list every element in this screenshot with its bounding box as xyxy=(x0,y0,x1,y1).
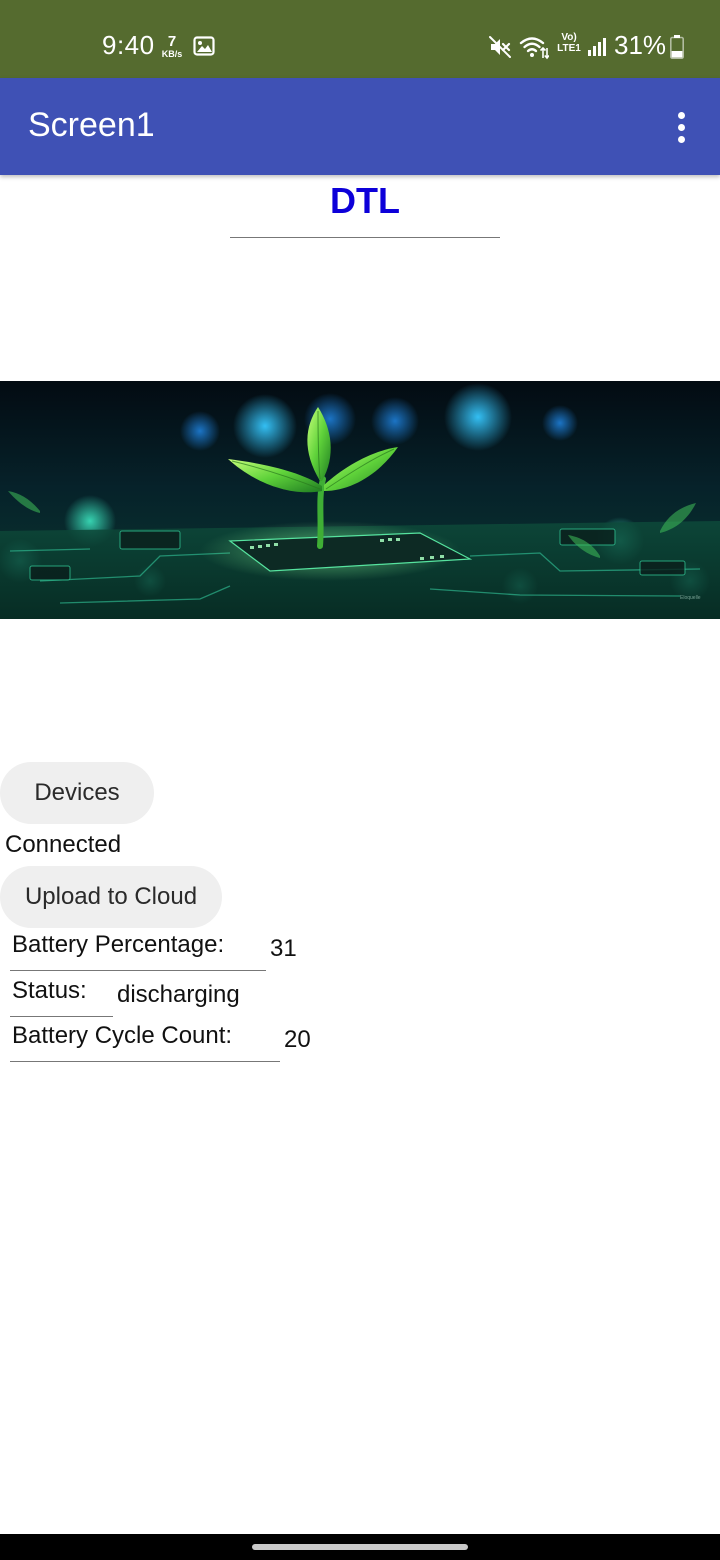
wifi-icon xyxy=(519,34,550,60)
status-label: Status: xyxy=(10,977,113,1017)
app-title: Screen1 xyxy=(28,106,155,144)
battery-percentage-value: 31 xyxy=(270,935,297,962)
signal-icon xyxy=(586,37,608,57)
volte-line2: LTE1 xyxy=(557,43,581,54)
battery-percentage-label: Battery Percentage: xyxy=(10,931,266,971)
network-speed-unit: KB/s xyxy=(161,49,183,59)
app-bar: Screen1 xyxy=(0,78,720,175)
home-gesture-handle[interactable] xyxy=(252,1544,468,1550)
status-bar: 9:40 7 KB/s Vo) LTE1 31% xyxy=(0,0,720,78)
volte-indicator: Vo) LTE1 xyxy=(555,33,583,54)
hero-image: Eloquelle xyxy=(0,381,720,619)
status-time: 9:40 xyxy=(102,30,155,60)
connection-status: Connected xyxy=(5,831,122,858)
upload-to-cloud-button[interactable]: Upload to Cloud xyxy=(0,866,222,928)
system-nav-bar xyxy=(0,1534,720,1560)
battery-percent: 31% xyxy=(614,30,667,60)
menu-dot xyxy=(677,135,685,143)
menu-dot xyxy=(677,123,685,131)
mute-icon xyxy=(488,35,512,59)
menu-dot xyxy=(677,111,685,119)
status-value: discharging xyxy=(117,981,240,1008)
devices-button[interactable]: Devices xyxy=(0,762,154,824)
battery-cycle-count-value: 20 xyxy=(284,1026,311,1053)
gallery-icon xyxy=(193,36,215,56)
image-watermark: Eloquelle xyxy=(680,595,701,601)
page-heading: DTL xyxy=(230,180,500,238)
network-speed-value: 7 xyxy=(167,33,177,50)
volte-line1: Vo) xyxy=(561,32,577,43)
network-speed: 7 KB/s xyxy=(158,34,186,59)
overflow-menu-icon[interactable] xyxy=(664,106,698,148)
battery-cycle-count-label: Battery Cycle Count: xyxy=(10,1022,280,1062)
battery-icon xyxy=(670,35,684,60)
